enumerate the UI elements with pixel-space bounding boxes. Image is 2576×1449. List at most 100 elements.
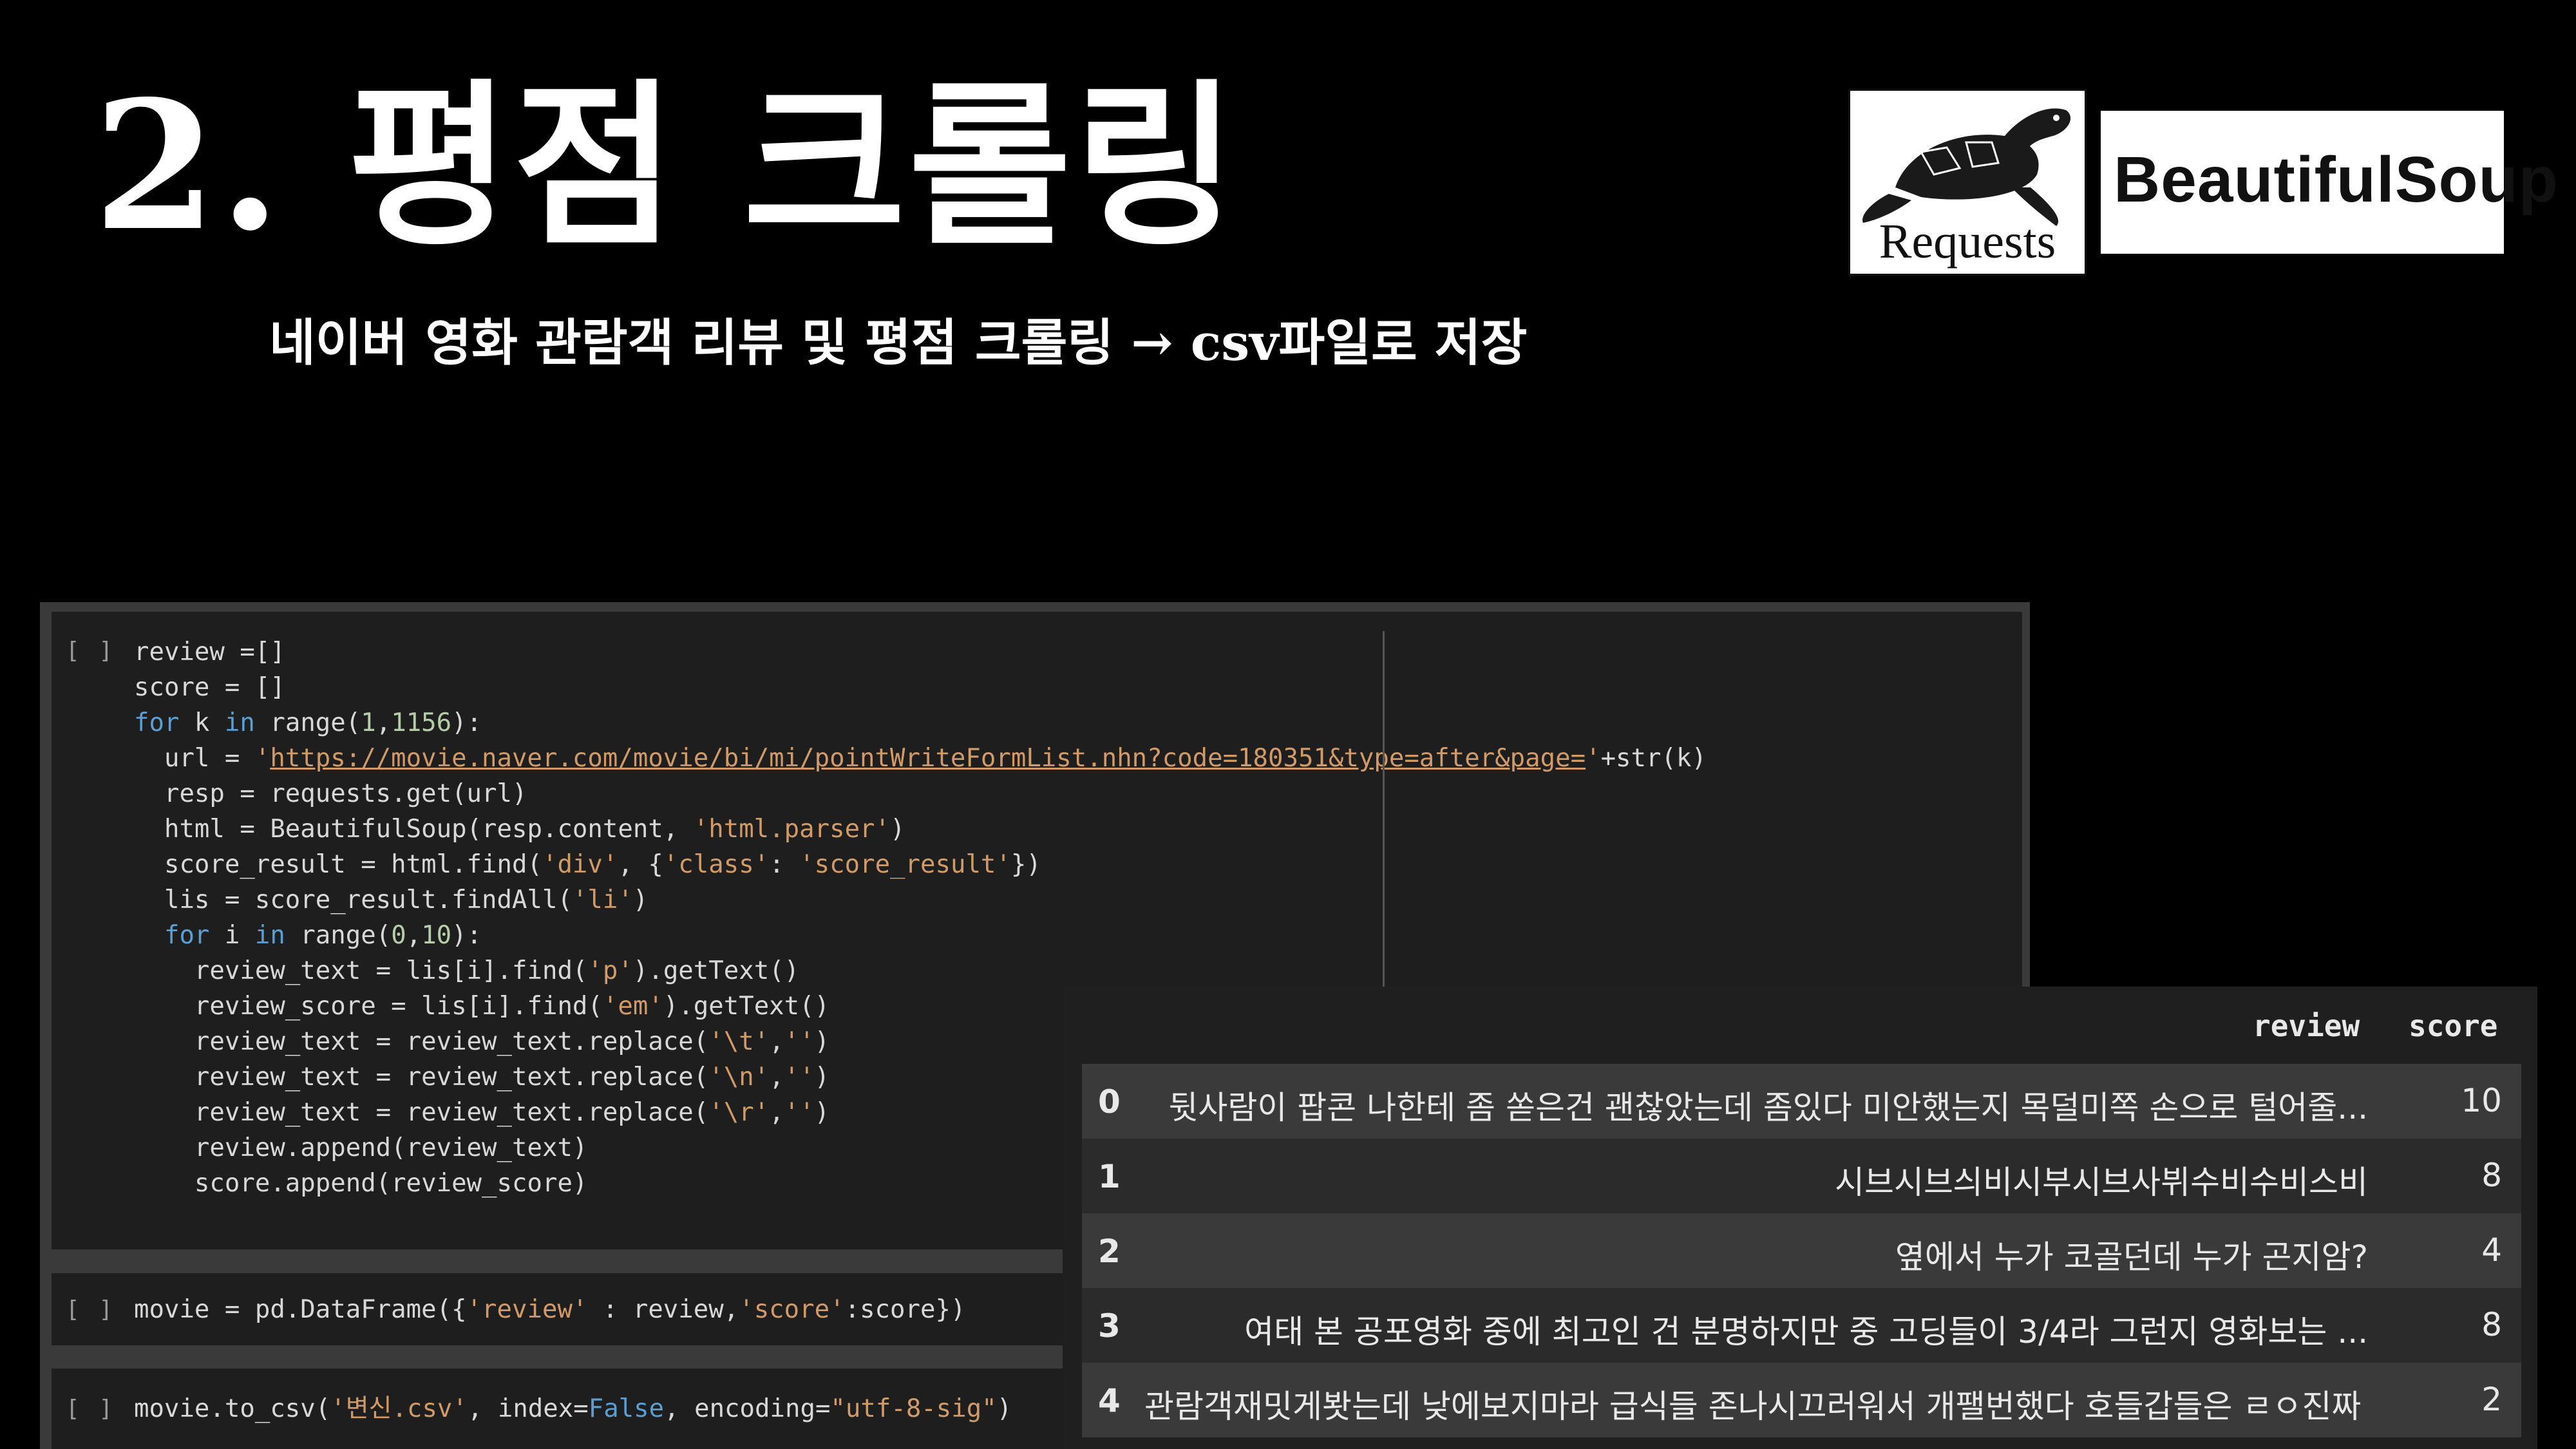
code-token: review =[] (134, 638, 285, 667)
column-header-score: score (2409, 1009, 2498, 1043)
code-token: 0 (391, 921, 406, 950)
code-token: '\n' (708, 1063, 770, 1092)
code-token: +str(k) (1600, 744, 1707, 773)
code-token: range( (285, 921, 392, 950)
code-token: , (769, 1027, 784, 1056)
code-line: url = 'https://movie.naver.com/movie/bi/… (134, 744, 1707, 773)
code-token: }) (1010, 850, 1041, 879)
code-token: score.append(review_score) (134, 1169, 588, 1198)
code-token: 'review' (466, 1295, 588, 1324)
dataframe-output: review score 0 뒷사람이 팝콘 나한테 좀 쏟은건 괜찮았는데 좀… (1063, 987, 2537, 1449)
code-token: '\t' (708, 1027, 770, 1056)
code-token: ): (451, 921, 482, 950)
review-cell: 뒷사람이 팝콘 나한테 좀 쏟은건 괜찮았는데 좀있다 미안했는지 목덜미쪽 손… (1168, 1089, 2368, 1126)
code-token: ).getText() (632, 956, 800, 985)
code-token: ).getText() (663, 992, 830, 1021)
cell-run-prompt[interactable]: [ ] (66, 1396, 115, 1422)
beautifulsoup-logo-text: BeautifulSoup (2114, 144, 2559, 216)
cell-run-prompt[interactable]: [ ] (66, 1296, 115, 1323)
code-token: :score}) (844, 1295, 966, 1324)
cell-code: movie = pd.DataFrame({'review' : review,… (134, 1292, 965, 1327)
code-token: ) (814, 1027, 830, 1056)
cell-code: movie.to_csv('변신.csv', index=False, enco… (134, 1391, 1012, 1426)
code-token: i (209, 921, 255, 950)
code-token: ) (890, 815, 905, 844)
code-line: html = BeautifulSoup(resp.content, 'html… (134, 815, 905, 844)
requests-logo-text: Requests (1879, 214, 2056, 269)
code-token: 'li' (572, 886, 633, 914)
review-cell: 시브시브싀비시부시브사뷔수비수비스비 (1835, 1164, 2368, 1201)
code-line: movie.to_csv('변신.csv', index=False, enco… (134, 1394, 1012, 1423)
row-index: 2 (1098, 1233, 1121, 1270)
code-token: 'score' (739, 1295, 845, 1324)
code-line: review_score = lis[i].find('em').getText… (134, 992, 829, 1021)
code-line: for i in range(0,10): (134, 921, 482, 950)
code-token: ) (996, 1394, 1012, 1423)
code-link[interactable]: https://movie.naver.com/movie/bi/mi/poin… (270, 744, 1586, 773)
code-line: movie = pd.DataFrame({'review' : review,… (134, 1295, 965, 1324)
code-line: score.append(review_score) (134, 1169, 588, 1198)
review-cell: 여태 본 공포영화 중에 최고인 건 분명하지만 중 고딩들이 3/4라 그런지… (1244, 1313, 2368, 1350)
code-token: for (164, 921, 210, 950)
code-token: '' (784, 1027, 815, 1056)
column-header-review: review (2253, 1009, 2360, 1043)
code-token: 'em' (602, 992, 663, 1021)
code-token: False (588, 1394, 665, 1423)
code-token: review.append(review_text) (134, 1133, 588, 1162)
code-token: html = BeautifulSoup(resp.content, (134, 815, 694, 844)
table-row: 3 여태 본 공포영화 중에 최고인 건 분명하지만 중 고딩들이 3/4라 그… (1082, 1288, 2521, 1363)
code-token: 'score_result' (799, 850, 1011, 879)
review-cell: 옆에서 누가 코골던데 누가 곤지암? (1895, 1238, 2368, 1276)
code-token: 1 (361, 708, 376, 737)
slide-subtitle: 네이버 영화 관람객 리뷰 및 평점 크롤링 → csv파일로 저장 (269, 314, 1528, 372)
code-token: movie = pd.DataFrame({ (134, 1295, 467, 1324)
code-line: score = [] (134, 673, 285, 702)
code-line: review_text = review_text.replace('\r','… (134, 1098, 829, 1127)
editor-ruler-line (1383, 631, 1385, 992)
code-token: , (375, 708, 392, 737)
code-cell-dataframe[interactable]: [ ] movie = pd.DataFrame({'review' : rev… (52, 1273, 1063, 1345)
beautifulsoup-logo: BeautifulSoup (2101, 111, 2558, 254)
table-row: 4 관람객재밋게봣는데 낮에보지마라 급식들 존나시끄러워서 개팰번했다 호들갑… (1082, 1363, 2521, 1437)
score-cell: 8 (2481, 1157, 2502, 1194)
code-cell-to-csv[interactable]: [ ] movie.to_csv('변신.csv', index=False, … (52, 1368, 1063, 1449)
code-token: ) (632, 886, 649, 914)
table-row: 1 시브시브싀비시부시브사뷔수비수비스비 8 (1082, 1139, 2521, 1213)
turtle-icon (1862, 108, 2071, 226)
code-token: 'p' (587, 956, 633, 985)
dataframe-body: 0 뒷사람이 팝콘 나한테 좀 쏟은건 괜찮았는데 좀있다 미안했는지 목덜미쪽… (1082, 1064, 2521, 1437)
requests-logo: Requests (1848, 89, 2087, 276)
code-token: score_result = html.find( (134, 850, 542, 879)
code-token: in (224, 708, 255, 737)
code-token: , index= (467, 1394, 589, 1423)
code-line: score_result = html.find('div', {'class'… (134, 850, 1041, 879)
code-token: k (179, 708, 225, 737)
cell-run-prompt[interactable]: [ ] (66, 638, 115, 664)
code-token: range( (254, 708, 361, 737)
code-line: review_text = lis[i].find('p').getText() (134, 956, 799, 985)
code-token: '변신.csv' (330, 1394, 468, 1423)
code-line: review =[] (134, 638, 285, 667)
code-token: "utf-8-sig" (830, 1394, 997, 1423)
code-token: review_text = review_text.replace( (134, 1098, 709, 1127)
code-token: resp = requests.get(url) (134, 779, 527, 808)
code-line: review.append(review_text) (134, 1133, 588, 1162)
code-token: ' (254, 744, 270, 773)
row-index: 4 (1098, 1382, 1121, 1419)
code-token: '\r' (708, 1098, 770, 1127)
code-token: , (769, 1063, 784, 1092)
table-row: 2 옆에서 누가 코골던데 누가 곤지암? 4 (1082, 1213, 2521, 1288)
code-line: resp = requests.get(url) (134, 779, 527, 808)
code-line: review_text = review_text.replace('\n','… (134, 1063, 829, 1092)
code-token: in (254, 921, 285, 950)
code-token: : review, (587, 1295, 739, 1324)
code-token: 'div' (542, 850, 618, 879)
code-token: ) (814, 1063, 830, 1092)
score-cell: 2 (2481, 1381, 2502, 1418)
code-token: , encoding= (664, 1394, 831, 1423)
code-line: for k in range(1,1156): (134, 708, 482, 737)
row-index: 3 (1098, 1307, 1121, 1345)
slide-title: 2. 평점 크롤링 (93, 62, 1240, 270)
code-token: review_text = review_text.replace( (134, 1063, 709, 1092)
code-token: , (406, 921, 422, 950)
